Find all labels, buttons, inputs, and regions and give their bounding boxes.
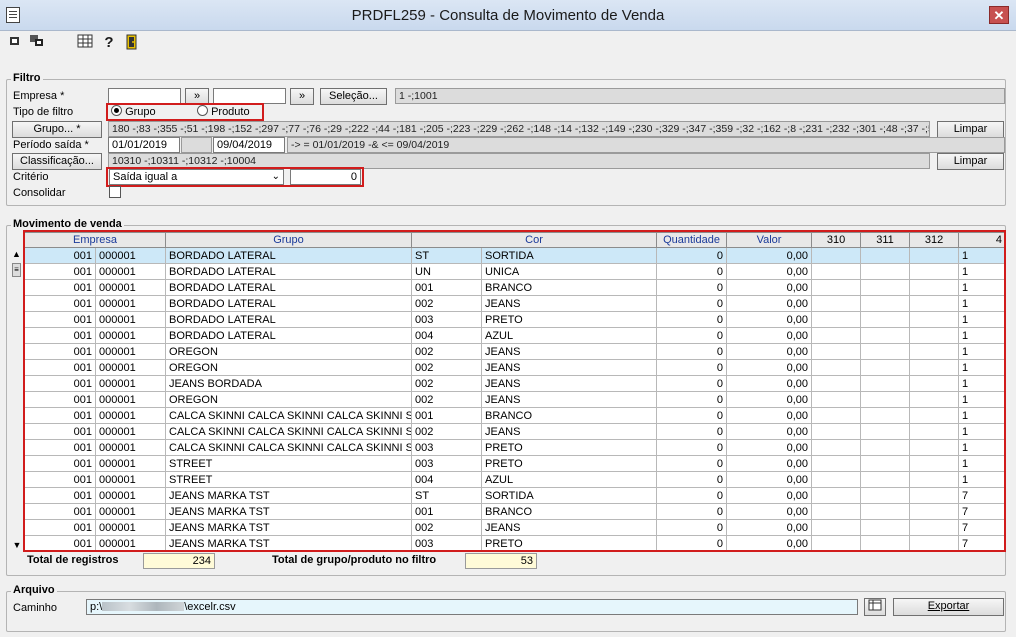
periodo-fim-input[interactable]: 09/04/2019 [213,137,285,153]
consolidar-checkbox[interactable] [109,186,121,198]
radio-grupo-icon[interactable] [111,105,122,116]
movimento-legend: Movimento de venda [11,218,124,230]
limpar-grupo-button[interactable]: Limpar [937,121,1004,138]
grid-icon[interactable] [76,34,94,52]
total-grupo-label: Total de grupo/produto no filtro [272,554,437,566]
grupo-value: 180 -;83 -;355 -;51 -;198 -;152 -;297 -;… [108,121,930,137]
scroll-down-icon[interactable]: ▼ [10,539,24,551]
help-icon[interactable]: ? [100,34,118,52]
caminho-file: \excelr.csv [184,601,236,613]
criterio-label: Critério [13,171,49,183]
criterio-select-value: Saída igual a [113,171,178,183]
folder-grid-icon [868,599,882,611]
total-grupo-value: 53 [465,553,537,569]
empresa-input[interactable] [108,88,181,104]
window-title: PRDFL259 - Consulta de Movimento de Vend… [351,7,665,24]
periodo-gap [181,137,212,153]
periodo-label: Período saída * [13,139,89,151]
copy-icon[interactable] [28,34,46,52]
total-registros-value: 234 [143,553,215,569]
first-record-icon[interactable] [6,34,24,52]
periodo-descricao: -> = 01/01/2019 -& <= 09/04/2019 [287,137,1005,153]
grid-highlight [23,230,1006,552]
radio-produto-label: Produto [211,106,250,118]
criterio-numero-input[interactable]: 0 [290,169,361,185]
radio-produto-icon[interactable] [197,105,208,116]
radio-produto[interactable]: Produto [197,105,250,119]
caminho-input[interactable]: p:\ \excelr.csv [86,599,858,615]
grupo-button[interactable]: Grupo... * [12,121,102,138]
exit-door-icon[interactable] [122,34,140,52]
periodo-inicio-input[interactable]: 01/01/2019 [108,137,180,153]
limpar-classificacao-button[interactable]: Limpar [937,153,1004,170]
radio-grupo[interactable]: Grupo [111,105,156,119]
radio-grupo-label: Grupo [125,106,156,118]
caminho-label: Caminho [13,602,58,614]
close-button[interactable]: ✕ [989,6,1009,24]
exportar-label: Exportar [927,600,970,612]
empresa-arrow-button-2[interactable]: » [290,88,314,105]
vertical-scrollbar[interactable]: ▲ ≡ ▼ [10,248,24,551]
scroll-up-icon[interactable]: ▲ [10,248,23,260]
browse-folder-button[interactable] [864,598,886,616]
empresa-input-2[interactable] [213,88,286,104]
selecao-button[interactable]: Seleção... [320,88,387,105]
scroll-thumb[interactable]: ≡ [12,263,21,277]
tipo-filtro-label: Tipo de filtro [13,106,74,118]
arquivo-legend: Arquivo [11,584,57,596]
criterio-select[interactable]: Saída igual a ⌄ [109,169,284,185]
total-registros-label: Total de registros [27,554,119,566]
classificacao-button[interactable]: Classificação... [12,153,102,170]
empresa-label: Empresa * [13,90,65,102]
consolidar-label: Consolidar [13,187,66,199]
filtro-legend: Filtro [11,72,43,84]
exportar-button[interactable]: Exportar [893,598,1004,616]
selecao-value: 1 -;1001 [395,88,1005,104]
redacted-path-segment [102,602,185,611]
chevron-down-icon[interactable]: ⌄ [272,170,280,184]
caminho-prefix: p:\ [90,601,103,613]
